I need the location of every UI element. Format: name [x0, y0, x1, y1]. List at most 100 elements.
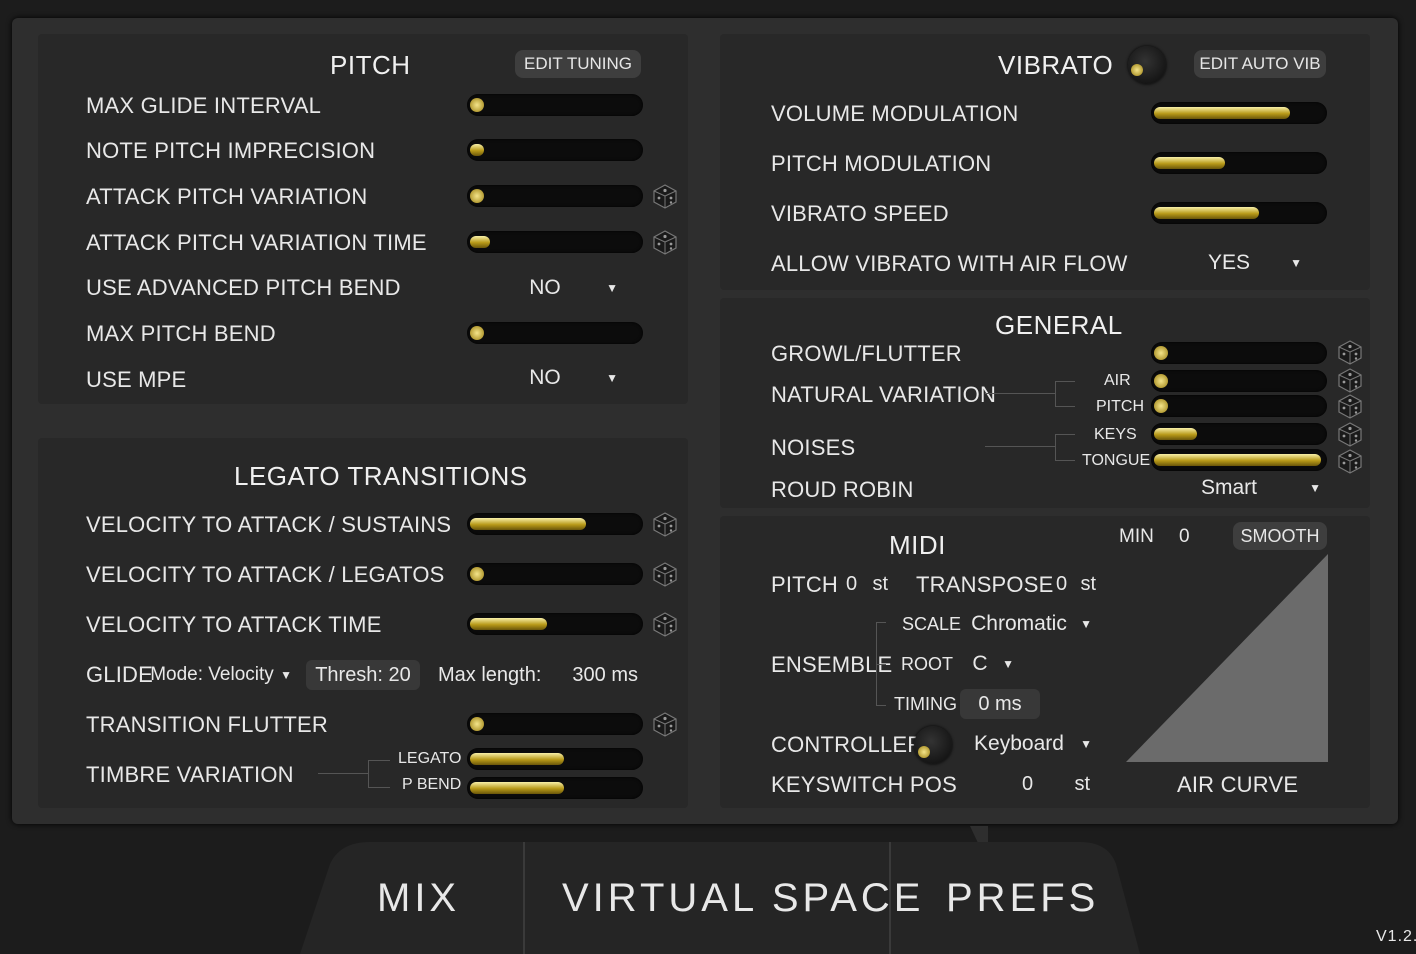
air-curve-shape [1126, 554, 1328, 762]
controller-knob[interactable] [914, 726, 952, 764]
bracket-line [368, 760, 390, 761]
round-robin-label: ROUD ROBIN [771, 477, 914, 502]
pitch-title: PITCH [330, 50, 411, 80]
tab-virtual-space[interactable]: VIRTUAL SPACE [562, 876, 924, 921]
keys-noise-slider[interactable] [1151, 423, 1327, 445]
vibrato-row-slider[interactable] [1151, 102, 1327, 124]
slider-fill [1154, 207, 1259, 219]
dice-icon[interactable] [652, 711, 678, 737]
timbre-variation-label: TIMBRE VARIATION [86, 762, 294, 787]
dice-icon[interactable] [1337, 448, 1363, 474]
tab-prefs[interactable]: PREFS [946, 876, 1099, 921]
legato-row-slider[interactable] [467, 563, 643, 585]
max-length-label: Max length: [438, 664, 542, 686]
edit-auto-vib-button[interactable]: EDIT AUTO VIB [1194, 50, 1326, 78]
air-curve-label: AIR CURVE [1177, 772, 1299, 797]
growl-flutter-slider[interactable] [1151, 342, 1327, 364]
legato-row-slider[interactable] [467, 613, 643, 635]
dice-icon[interactable] [1337, 339, 1363, 365]
glide-thresh-field[interactable]: Thresh: 20 [306, 660, 420, 690]
legato-title: LEGATO TRANSITIONS [234, 461, 528, 491]
tongue-label: TONGUE [1082, 452, 1151, 469]
max-pitch-bend-label: MAX PITCH BEND [86, 321, 276, 346]
vibrato-row-slider[interactable] [1151, 152, 1327, 174]
smooth-button[interactable]: SMOOTH [1233, 522, 1327, 550]
pitch-variation-slider[interactable] [1151, 395, 1327, 417]
pitch-row-slider[interactable] [467, 185, 643, 207]
air-curve-graph[interactable] [1124, 552, 1330, 764]
timing-field[interactable]: 0 ms [960, 689, 1040, 719]
edit-tuning-button[interactable]: EDIT TUNING [515, 50, 641, 78]
bracket-line [1055, 434, 1075, 435]
slider-handle [470, 326, 484, 340]
dice-icon[interactable] [652, 561, 678, 587]
scale-label: SCALE [902, 614, 962, 634]
slider-fill [470, 618, 547, 630]
transpose-unit: st [1080, 573, 1096, 595]
vibrato-row-label: PITCH MODULATION [771, 151, 992, 176]
bracket-line [368, 787, 390, 788]
dice-icon[interactable] [1337, 421, 1363, 447]
dice-icon[interactable] [1337, 367, 1363, 393]
pitch-row-slider[interactable] [467, 94, 643, 116]
bracket-line [876, 705, 886, 706]
pitch-row-slider[interactable] [467, 139, 643, 161]
pitch-variation-label: PITCH [1096, 398, 1144, 415]
pitch-row-label: ATTACK PITCH VARIATION TIME [86, 230, 427, 255]
bracket-line [1055, 406, 1075, 407]
chevron-down-icon: ▼ [1080, 617, 1092, 631]
bracket-line [1055, 381, 1075, 382]
slider-fill [1154, 157, 1225, 169]
bracket-line [985, 446, 1055, 447]
slider-handle [1154, 399, 1168, 413]
bracket-line [985, 393, 1055, 394]
max-pitch-bend-slider[interactable] [467, 322, 643, 344]
pitch-row-label: MAX GLIDE INTERVAL [86, 93, 322, 118]
bracket-line [368, 760, 369, 788]
legato-row-slider[interactable] [467, 513, 643, 535]
keyswitch-value: 0 [1022, 773, 1034, 795]
vibrato-title: VIBRATO [998, 50, 1114, 80]
pitch-row-label: ATTACK PITCH VARIATION [86, 184, 368, 209]
tongue-noise-slider[interactable] [1151, 449, 1327, 471]
min-value[interactable]: 0 [1179, 526, 1190, 548]
slider-fill [470, 753, 564, 765]
bracket-line [1055, 381, 1056, 407]
vibrato-knob[interactable] [1128, 46, 1166, 84]
chevron-down-icon: ▼ [1080, 737, 1092, 751]
legato-row-label: VELOCITY TO ATTACK / LEGATOS [86, 562, 445, 587]
slider-fill [1154, 107, 1290, 119]
dice-icon[interactable] [652, 611, 678, 637]
tab-mix[interactable]: MIX [377, 876, 460, 921]
dice-icon[interactable] [1337, 393, 1363, 419]
dice-icon[interactable] [652, 183, 678, 209]
slider-fill [470, 782, 564, 794]
timing-label: TIMING [894, 694, 957, 714]
dice-icon[interactable] [652, 229, 678, 255]
vibrato-row-slider[interactable] [1151, 202, 1327, 224]
slider-fill [470, 144, 484, 156]
min-label: MIN [1119, 526, 1154, 547]
timbre-pbend-slider[interactable] [467, 777, 643, 799]
chevron-down-icon: ▼ [1002, 657, 1014, 671]
midi-pitch-unit: st [872, 573, 888, 595]
air-variation-slider[interactable] [1151, 370, 1327, 392]
knob-indicator [918, 746, 930, 758]
knob-indicator [1131, 64, 1143, 76]
pitch-row-label: NOTE PITCH IMPRECISION [86, 138, 376, 163]
pitch-row-slider[interactable] [467, 231, 643, 253]
round-robin-value: Smart [1200, 476, 1257, 499]
transpose-value: 0 [1056, 573, 1068, 595]
root-label: ROOT [901, 654, 953, 674]
timbre-legato-slider[interactable] [467, 748, 643, 770]
midi-pitch-value: 0 [846, 573, 858, 595]
keyswitch-label: KEYSWITCH POS [771, 772, 957, 797]
legato-row-label: VELOCITY TO ATTACK / SUSTAINS [86, 512, 452, 537]
midi-title: MIDI [889, 530, 946, 560]
slider-handle [1154, 374, 1168, 388]
root-value: C [972, 652, 988, 675]
slider-handle [470, 567, 484, 581]
legato-row-label: VELOCITY TO ATTACK TIME [86, 612, 382, 637]
dice-icon[interactable] [652, 511, 678, 537]
transition-flutter-slider[interactable] [467, 713, 643, 735]
